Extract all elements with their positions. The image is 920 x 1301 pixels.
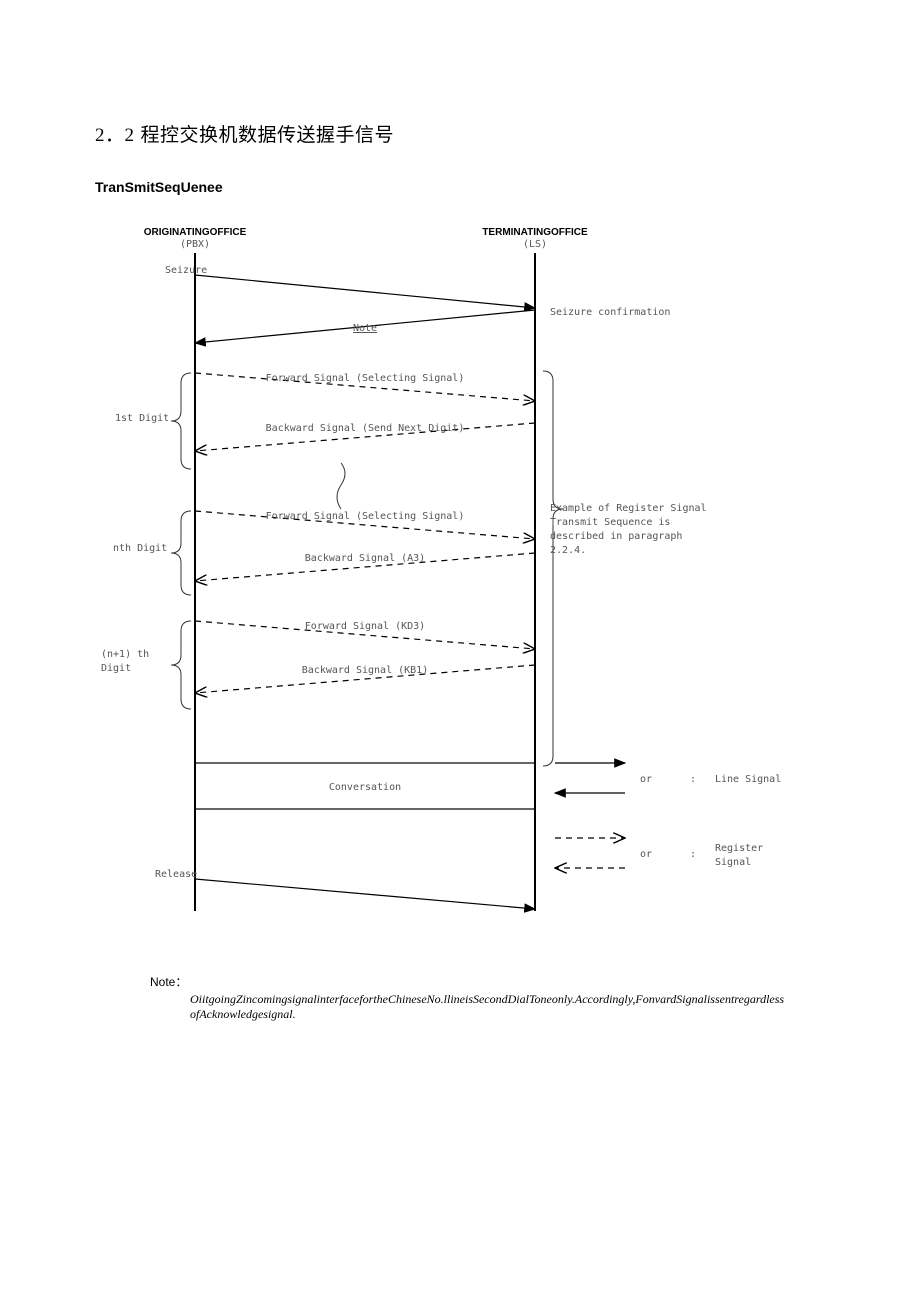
signal-fwd-select-2: Forward Signal (Selecting Signal): [266, 511, 465, 522]
conversation-label: Conversation: [329, 782, 401, 793]
legend-or-2: or: [640, 849, 652, 860]
legend-signal: Signal: [715, 857, 751, 868]
originating-title: ORIGINATINGOFFICE: [144, 227, 247, 238]
signal-note: Note: [353, 323, 377, 334]
side-example-l3: described in paragraph: [550, 531, 682, 542]
label-release: Release: [155, 869, 197, 880]
section-heading: 2．2 程控交换机数据传送握手信号: [95, 120, 825, 147]
heading-title: 程控交换机数据传送握手信号: [141, 125, 395, 146]
terminating-sub: (LS): [523, 239, 547, 250]
label-n1-digit-a: (n+1) th: [101, 649, 149, 660]
side-seizure-confirm: Seizure confirmation: [550, 307, 670, 318]
side-example-l2: Transmit Sequence is: [550, 517, 670, 528]
originating-sub: (PBX): [180, 239, 210, 250]
legend-colon-2: :: [690, 849, 696, 860]
signal-fwd-kd3: Forward Signal (KD3): [305, 621, 425, 632]
subheading: TranSmitSeqUenee: [95, 179, 825, 195]
terminating-title: TERMINATINGOFFICE: [482, 227, 588, 238]
side-example-l1: Example of Register Signal: [550, 503, 707, 514]
heading-number: 2．2: [95, 125, 135, 146]
legend-register: Register: [715, 843, 763, 854]
label-seizure: Seizure: [165, 265, 207, 276]
note-block: Note： OiitgoingZincomingsignalinterfacef…: [150, 973, 825, 1022]
signal-bwd-kb1: Backward Signal (KB1): [302, 665, 428, 676]
label-nth-digit: nth Digit: [113, 543, 167, 554]
sequence-diagram: ORIGINATINGOFFICE (PBX) TERMINATINGOFFIC…: [95, 223, 825, 943]
legend-colon-1: :: [690, 774, 696, 785]
legend-line-signal: Line Signal: [715, 774, 781, 785]
label-n1-digit-b: Digit: [101, 663, 131, 674]
signal-fwd-select-1: Forward Signal (Selecting Signal): [266, 373, 465, 384]
signal-bwd-sendnext: Backward Signal (Send Next Digit): [266, 423, 465, 434]
note-label: Note：: [150, 973, 825, 990]
label-1st-digit: 1st Digit: [115, 413, 169, 424]
note-text: OiitgoingZincomingsignalinterfacefortheC…: [190, 992, 790, 1022]
legend-or-1: or: [640, 774, 652, 785]
side-example-l4: 2.2.4.: [550, 545, 586, 556]
signal-bwd-a3: Backward Signal (A3): [305, 553, 425, 564]
